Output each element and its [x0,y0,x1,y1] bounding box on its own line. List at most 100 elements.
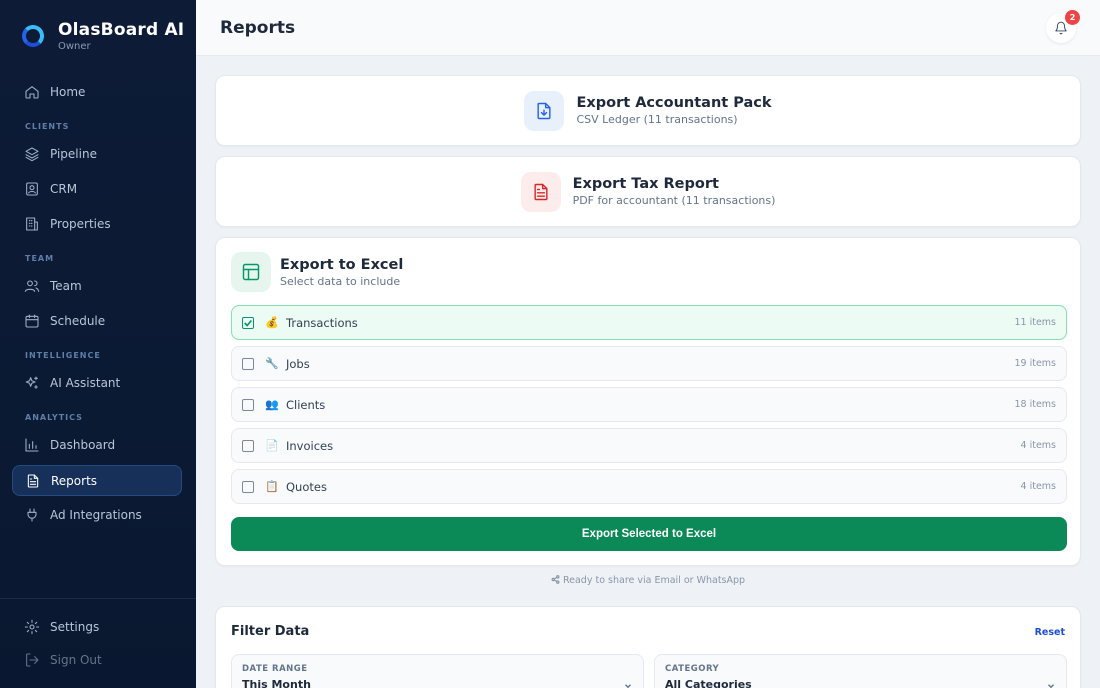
sidebar-item-dashboard[interactable]: Dashboard [12,429,182,460]
export-tax-report-subtitle: PDF for accountant (11 transactions) [572,194,776,207]
page-title: Reports [220,18,296,38]
export-accountant-pack-button[interactable]: Export Accountant Pack CSV Ledger (11 tr… [215,75,1081,146]
checkbox[interactable] [242,357,254,370]
contact-card-icon [26,181,38,196]
export-tax-report-button[interactable]: Export Tax Report PDF for accountant (11… [215,156,1081,227]
export-excel-title: Export to Excel [280,256,404,273]
user-role: Owner [58,41,91,52]
row-count: 4 items [1020,440,1056,451]
sidebar-item-home[interactable]: Home [12,76,182,107]
row-label: Transactions [286,315,358,330]
users-icon [24,279,40,292]
app-name: OlasBoard AI [58,20,185,40]
row-label: Jobs [286,356,310,371]
row-count: 4 items [1020,481,1056,492]
checkbox[interactable] [242,439,254,452]
check-icon [244,319,252,327]
sidebar-item-label: Home [50,84,86,99]
row-count: 18 items [1014,399,1056,410]
sidebar-item-schedule[interactable]: Schedule [12,305,182,336]
sidebar-item-label: Properties [50,216,111,231]
gear-icon [24,619,40,634]
chevron-down-icon [1048,684,1054,688]
category-select[interactable]: CATEGORY All Categories [654,654,1067,688]
brand[interactable]: OlasBoard AI Owner [22,20,184,52]
plug-icon [27,507,37,522]
row-label: Clients [286,397,326,412]
home-icon [25,85,39,99]
category-value: All Categories [665,678,752,688]
select-row-invoices[interactable]: 📄 Invoices 4 items [231,428,1067,463]
sidebar-item-label: Schedule [50,313,106,328]
sidebar-item-label: Sign Out [50,652,102,667]
row-label: Quotes [286,479,327,494]
sidebar: OlasBoard AI Owner Home CLIENTS Pipeline… [0,0,196,688]
document-icon [27,473,39,488]
row-count: 11 items [1014,317,1056,328]
select-row-jobs[interactable]: 🔧 Jobs 19 items [231,346,1067,381]
select-row-clients[interactable]: 👥 Clients 18 items [231,387,1067,422]
wrench-icon: 🔧 [265,357,279,370]
people-icon: 👥 [265,398,279,411]
file-download-icon [524,90,565,131]
sidebar-item-properties[interactable]: Properties [12,208,182,239]
checkbox[interactable] [242,398,254,411]
sidebar-item-ad-integrations[interactable]: Ad Integrations [12,499,182,530]
section-clients: CLIENTS [25,122,70,131]
chart-icon [25,437,39,452]
share-note-text: Ready to share via Email or WhatsApp [562,575,746,586]
export-tax-report-title: Export Tax Report [572,176,719,192]
sidebar-item-label: Settings [50,619,100,634]
layers-icon [25,146,39,161]
header: Reports 2 [196,0,1100,56]
logout-icon [26,652,39,667]
section-intelligence: INTELLIGENCE [25,351,101,360]
notification-badge: 2 [1065,10,1080,25]
sidebar-item-label: AI Assistant [50,375,121,390]
export-accountant-pack-subtitle: CSV Ledger (11 transactions) [576,113,738,126]
export-selected-button[interactable]: Export Selected to Excel [231,517,1067,551]
building-icon [26,216,38,231]
sidebar-item-label: Team [50,278,82,293]
sidebar-item-sign-out[interactable]: Sign Out [12,644,182,675]
export-excel-subtitle: Select data to include [280,274,401,288]
select-row-transactions[interactable]: 💰 Transactions 11 items [231,305,1067,340]
filter-card: Filter Data Reset DATE RANGE This Month … [215,606,1081,688]
sidebar-item-pipeline[interactable]: Pipeline [12,138,182,169]
sidebar-item-label: CRM [50,181,78,196]
sidebar-item-crm[interactable]: CRM [12,173,182,204]
sidebar-item-label: Dashboard [50,437,116,452]
date-range-select[interactable]: DATE RANGE This Month [231,654,644,688]
filter-title: Filter Data [231,624,310,639]
sidebar-divider [0,598,196,599]
checkbox[interactable] [242,316,254,329]
sidebar-item-team[interactable]: Team [12,270,182,301]
money-bag-icon: 💰 [265,316,279,329]
date-range-value: This Month [242,678,311,688]
sparkles-icon [25,375,38,389]
file-text-icon [520,171,561,212]
table-icon [231,252,271,292]
export-accountant-pack-title: Export Accountant Pack [576,95,772,111]
calendar-icon [25,313,39,328]
sidebar-item-ai-assistant[interactable]: AI Assistant [12,367,182,398]
logo-icon [22,25,44,47]
category-label: CATEGORY [665,664,720,674]
share-note: Ready to share via Email or WhatsApp [215,575,1081,586]
section-team: TEAM [25,254,55,263]
sidebar-item-settings[interactable]: Settings [12,611,182,642]
page-icon: 📄 [265,439,279,452]
export-excel-card: Export to Excel Select data to include 💰… [215,237,1081,566]
notifications-button[interactable]: 2 [1046,10,1080,43]
sidebar-item-label: Pipeline [50,146,97,161]
reset-button[interactable]: Reset [1035,627,1065,638]
date-range-label: DATE RANGE [242,664,308,674]
select-row-quotes[interactable]: 📋 Quotes 4 items [231,469,1067,504]
share-icon [551,575,560,584]
row-label: Invoices [286,438,334,453]
sidebar-item-reports[interactable]: Reports [12,465,182,496]
checkbox[interactable] [242,480,254,493]
chevron-down-icon [625,684,631,688]
sidebar-item-label: Ad Integrations [50,507,142,522]
sidebar-item-label: Reports [51,473,98,488]
